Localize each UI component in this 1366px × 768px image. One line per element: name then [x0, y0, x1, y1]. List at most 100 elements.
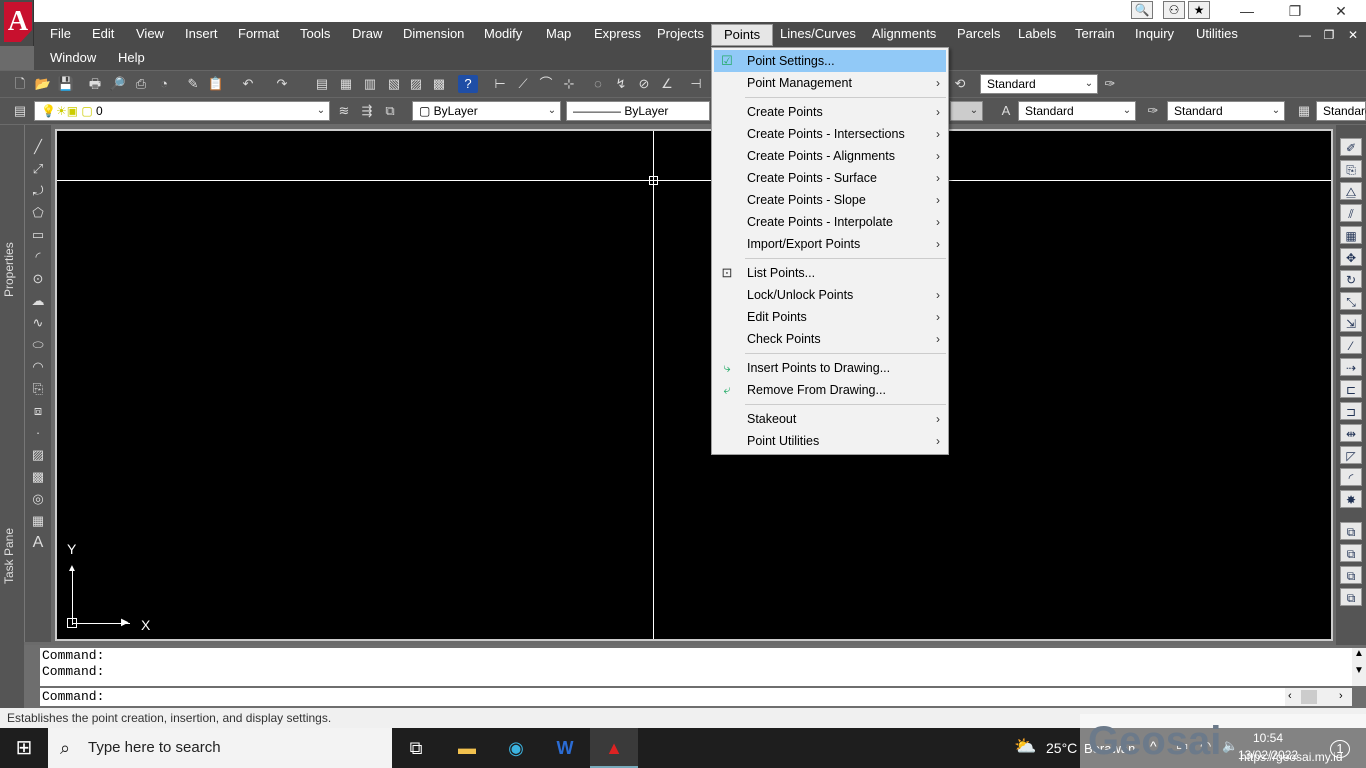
arc-icon[interactable]: ◜ [28, 248, 48, 266]
layer-manager-icon[interactable]: ▤ [10, 102, 30, 120]
linetype-combo[interactable]: ———— ByLayer [566, 101, 710, 121]
markup-icon[interactable]: ▨ [406, 75, 426, 93]
taskbar-search-input[interactable]: ⌕ Type here to search [48, 728, 392, 768]
menu-lines-curves[interactable]: Lines/Curves [768, 22, 868, 46]
menu-alignments[interactable]: Alignments [860, 22, 948, 46]
menu-item-insert-points-to-drawing[interactable]: ⤷ Insert Points to Drawing... [714, 357, 946, 379]
word-icon[interactable]: W [541, 728, 589, 768]
polygon-icon[interactable]: ⬠ [28, 204, 48, 222]
menu-item-remove-from-drawing[interactable]: ⤶ Remove From Drawing... [714, 379, 946, 401]
menu-insert[interactable]: Insert [173, 22, 230, 46]
hatch-icon[interactable]: ▨ [28, 446, 48, 464]
autocad-taskbar-icon[interactable]: ▲ [590, 728, 638, 768]
dim-update-icon[interactable]: ⟲ [950, 75, 970, 93]
menu-item-stakeout[interactable]: Stakeout › [714, 408, 946, 430]
dimstyle-manager-icon[interactable]: ✑ [1100, 75, 1120, 93]
menu-item-create-points-interpolate[interactable]: Create Points - Interpolate › [714, 211, 946, 233]
menu-item-check-points[interactable]: Check Points › [714, 328, 946, 350]
spline-icon[interactable]: ∿ [28, 314, 48, 332]
menu-item-edit-points[interactable]: Edit Points › [714, 306, 946, 328]
help-icon[interactable]: ? [458, 75, 478, 93]
publish-icon[interactable]: ⎙ [131, 75, 151, 93]
menu-tools[interactable]: Tools [288, 22, 342, 46]
trim-icon[interactable]: ⁄ [1340, 336, 1362, 354]
favorites-icon[interactable]: ★ [1188, 1, 1210, 19]
menu-item-point-settings[interactable]: ☑ Point Settings... [714, 50, 946, 72]
dim-jogged-icon[interactable]: ↯ [611, 75, 631, 93]
break-point-icon[interactable]: ⊏ [1340, 380, 1362, 398]
menu-projects[interactable]: Projects [645, 22, 716, 46]
explode-icon[interactable]: ✸ [1340, 490, 1362, 508]
menu-item-lock-unlock-points[interactable]: Lock/Unlock Points › [714, 284, 946, 306]
scroll-right-icon[interactable]: › [1339, 690, 1343, 702]
textstyle-combo[interactable]: Standard ⌄ [1018, 101, 1136, 121]
search-icon[interactable]: 🔍 [1131, 1, 1153, 19]
menu-item-create-points-alignments[interactable]: Create Points - Alignments › [714, 145, 946, 167]
menu-draw[interactable]: Draw [340, 22, 394, 46]
save-icon[interactable]: 💾 [56, 75, 76, 93]
menu-item-create-points[interactable]: Create Points › [714, 101, 946, 123]
erase-icon[interactable]: ✐ [1340, 138, 1362, 156]
extend-icon[interactable]: ⇢ [1340, 358, 1362, 376]
command-input[interactable]: Command: [40, 688, 1285, 706]
menu-inquiry[interactable]: Inquiry [1123, 22, 1186, 46]
task-pane-tab[interactable]: Task Pane [2, 525, 22, 587]
revcloud-icon[interactable]: ☁ [28, 292, 48, 310]
insert-block-icon[interactable]: ⎘ [28, 380, 48, 398]
menu-window[interactable]: Window [38, 46, 108, 70]
menu-edit[interactable]: Edit [80, 22, 126, 46]
dim-radius-icon[interactable]: ◌ [588, 75, 608, 93]
task-view-icon[interactable]: ⧉ [392, 728, 440, 768]
rectangle-icon[interactable]: ▭ [28, 226, 48, 244]
scroll-down-icon[interactable]: ▼ [1352, 665, 1366, 676]
horizontal-scrollbar[interactable]: ‹ › [1285, 688, 1352, 706]
gradient-icon[interactable]: ▩ [28, 468, 48, 486]
properties-tab[interactable]: Properties [2, 235, 22, 305]
close-button[interactable]: ✕ [1318, 0, 1364, 22]
make-block-icon[interactable]: ⧈ [28, 402, 48, 420]
ellipse-icon[interactable]: ⬭ [28, 336, 48, 354]
copy-icon[interactable]: ⎘ [1340, 160, 1362, 178]
circle-icon[interactable]: ⊙ [28, 270, 48, 288]
scale-icon[interactable]: ⤡ [1340, 292, 1362, 310]
menu-item-create-points-surface[interactable]: Create Points - Surface › [714, 167, 946, 189]
chamfer-icon[interactable]: ◸ [1340, 446, 1362, 464]
color-combo[interactable]: ▢ ByLayer ⌄ [412, 101, 561, 121]
menu-modify[interactable]: Modify [472, 22, 534, 46]
layer-states-icon[interactable]: ⧉ [380, 102, 400, 120]
table-icon[interactable]: ▦ [28, 512, 48, 530]
menu-view[interactable]: View [124, 22, 176, 46]
construction-line-icon[interactable]: ⤢ [28, 160, 48, 178]
calculator-icon[interactable]: ▩ [429, 75, 449, 93]
text-style-icon[interactable]: A [996, 102, 1016, 120]
menu-item-point-utilities[interactable]: Point Utilities › [714, 430, 946, 452]
tablestyle-combo[interactable]: Standard [1316, 101, 1366, 121]
match-icon[interactable]: ✎ [183, 75, 203, 93]
app-logo[interactable]: A [0, 0, 34, 46]
print-icon[interactable]: 🖶 [85, 75, 105, 93]
draworder-back-icon[interactable]: ⧉ [1340, 544, 1362, 562]
draworder-above-icon[interactable]: ⧉ [1340, 566, 1362, 584]
dim-linear-icon[interactable]: ⊢ [490, 75, 510, 93]
restore-button[interactable]: ❐ [1272, 0, 1318, 22]
dim-ordinate-icon[interactable]: ⊹ [559, 75, 579, 93]
edge-browser-icon[interactable]: ◉ [492, 728, 540, 768]
layer-combo[interactable]: 💡☀▣ ▢ 0 ⌄ [34, 101, 330, 121]
design-center-icon[interactable]: ▦ [336, 75, 356, 93]
minimize-button[interactable]: — [1224, 0, 1270, 22]
stretch-icon[interactable]: ⇲ [1340, 314, 1362, 332]
menu-map[interactable]: Map [534, 22, 583, 46]
doc-restore-button[interactable]: ❐ [1319, 26, 1339, 44]
break-icon[interactable]: ⊐ [1340, 402, 1362, 420]
fillet-icon[interactable]: ◜ [1340, 468, 1362, 486]
preview-icon[interactable]: 🔎 [108, 75, 128, 93]
file-explorer-icon[interactable]: ▬ [443, 728, 491, 768]
menu-item-import-export-points[interactable]: Import/Export Points › [714, 233, 946, 255]
tool-palettes-icon[interactable]: ▥ [360, 75, 380, 93]
menu-express[interactable]: Express [582, 22, 653, 46]
menu-item-point-management[interactable]: Point Management › [714, 72, 946, 94]
rotate-icon[interactable]: ↻ [1340, 270, 1362, 288]
mirror-icon[interactable]: ⧋ [1340, 182, 1362, 200]
dim-angular-icon[interactable]: ∠ [657, 75, 677, 93]
scroll-up-icon[interactable]: ▲ [1352, 648, 1366, 659]
